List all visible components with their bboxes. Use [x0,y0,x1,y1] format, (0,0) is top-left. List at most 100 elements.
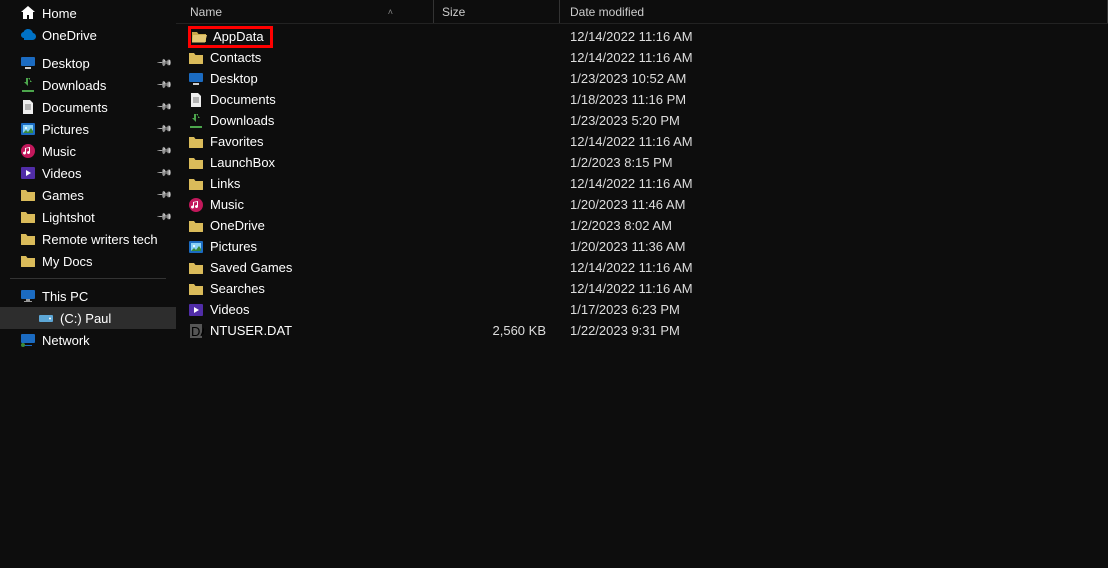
file-row[interactable]: Videos1/17/2023 6:23 PM [176,299,1108,320]
file-date-cell: 1/23/2023 5:20 PM [560,113,1108,128]
file-date-cell: 1/22/2023 9:31 PM [560,323,1108,338]
folder-icon [188,176,204,192]
onedrive-icon [20,27,36,43]
file-name-label: Desktop [210,71,258,86]
sidebar-item-downloads[interactable]: Downloads📌 [0,74,176,96]
folder-icon [20,231,36,247]
sidebar-item-documents[interactable]: Documents📌 [0,96,176,118]
sidebar-item-games[interactable]: Games 📌 [0,184,176,206]
file-name-cell: OneDrive [176,218,434,234]
file-name-label: OneDrive [210,218,265,233]
file-name-label: Saved Games [210,260,292,275]
file-row[interactable]: AppData12/14/2022 11:16 AM [176,26,1108,47]
file-row[interactable]: Contacts 12/14/2022 11:16 AM [176,47,1108,68]
file-name-cell: Saved Games [176,260,434,276]
sidebar-item-label: Documents [42,100,108,115]
sidebar-item-videos[interactable]: Videos📌 [0,162,176,184]
column-size-label: Size [442,5,465,19]
file-name-cell: Music [176,197,434,213]
sidebar-item--c-paul[interactable]: (C:) Paul [0,307,176,329]
file-name-label: Searches [210,281,265,296]
file-row[interactable]: Links 12/14/2022 11:16 AM [176,173,1108,194]
folder-icon [188,260,204,276]
file-date-cell: 1/23/2023 10:52 AM [560,71,1108,86]
sidebar-item-network[interactable]: Network [0,329,176,351]
file-name-label: Documents [210,92,276,107]
sidebar-item-label: Games [42,188,84,203]
file-row[interactable]: Music1/20/2023 11:46 AM [176,194,1108,215]
pin-icon: 📌 [155,121,172,138]
video-icon [20,165,36,181]
file-name-cell: Links [176,176,434,192]
sidebar-item-label: Pictures [42,122,89,137]
column-date-label: Date modified [570,5,644,19]
desktop-icon [188,71,204,87]
pic-icon [20,121,36,137]
sidebar-item-home[interactable]: Home [0,2,176,24]
sidebar-item-label: Videos [42,166,82,181]
sidebar-divider [10,278,166,279]
home-icon [20,5,36,21]
file-date-cell: 12/14/2022 11:16 AM [560,50,1108,65]
pic-icon [188,239,204,255]
monitor-icon [20,288,36,304]
sidebar-item-label: Music [42,144,76,159]
sidebar-item-onedrive[interactable]: OneDrive [0,24,176,46]
pin-icon: 📌 [155,187,172,204]
sidebar-item-label: This PC [42,289,88,304]
file-date-cell: 1/2/2023 8:15 PM [560,155,1108,170]
download-icon [188,113,204,129]
folder-icon [188,50,204,66]
file-row[interactable]: Favorites12/14/2022 11:16 AM [176,131,1108,152]
file-date-cell: 1/17/2023 6:23 PM [560,302,1108,317]
sidebar-item-pictures[interactable]: Pictures 📌 [0,118,176,140]
file-row[interactable]: LaunchBox 1/2/2023 8:15 PM [176,152,1108,173]
sidebar-item-music[interactable]: Music📌 [0,140,176,162]
sidebar-item-label: Network [42,333,90,348]
file-name-cell: Downloads [176,113,434,129]
pin-icon: 📌 [155,55,172,72]
file-name-label: Contacts [210,50,261,65]
column-header-size[interactable]: Size [434,0,560,23]
sidebar-item-this-pc[interactable]: This PC [0,285,176,307]
file-row[interactable]: Saved Games12/14/2022 11:16 AM [176,257,1108,278]
file-row[interactable]: Pictures 1/20/2023 11:36 AM [176,236,1108,257]
file-list[interactable]: AppData12/14/2022 11:16 AM Contacts 12/14/… [176,24,1108,568]
file-row[interactable]: NTUSER.DAT 2,560 KB1/22/2023 9:31 PM [176,320,1108,341]
folder-icon [20,253,36,269]
sidebar-item-lightshot[interactable]: Lightshot📌 [0,206,176,228]
file-name-label: Links [210,176,240,191]
file-date-cell: 12/14/2022 11:16 AM [560,176,1108,191]
sidebar-item-remote-writers-tech[interactable]: Remote writers tech [0,228,176,250]
file-name-label: Downloads [210,113,274,128]
column-header-name[interactable]: Name ˄ [176,0,434,23]
pin-icon: 📌 [155,77,172,94]
file-row[interactable]: Downloads 1/23/2023 5:20 PM [176,110,1108,131]
file-date-cell: 1/20/2023 11:36 AM [560,239,1108,254]
doc-icon [20,99,36,115]
file-row[interactable]: OneDrive1/2/2023 8:02 AM [176,215,1108,236]
file-name-label: NTUSER.DAT [210,323,292,338]
file-row[interactable]: Desktop 1/23/2023 10:52 AM [176,68,1108,89]
file-name-cell: Searches [176,281,434,297]
file-name-cell: Contacts [176,50,434,66]
file-name-label: LaunchBox [210,155,275,170]
file-row[interactable]: Documents 1/18/2023 11:16 PM [176,89,1108,110]
music-icon [20,143,36,159]
column-header-date[interactable]: Date modified [560,0,1108,23]
file-name-label: Pictures [210,239,257,254]
main-pane: Name ˄ Size Date modified AppData12/14/2… [176,0,1108,568]
file-date-cell: 1/18/2023 11:16 PM [560,92,1108,107]
file-row[interactable]: Searches 12/14/2022 11:16 AM [176,278,1108,299]
doc-icon [188,92,204,108]
sidebar-item-label: (C:) Paul [60,311,111,326]
file-size-cell: 2,560 KB [434,323,560,338]
column-headers: Name ˄ Size Date modified [176,0,1108,24]
file-date-cell: 12/14/2022 11:16 AM [560,134,1108,149]
file-date-cell: 12/14/2022 11:16 AM [560,281,1108,296]
dat-icon [188,323,204,339]
sort-indicator-icon: ˄ [388,7,393,17]
sidebar-item-desktop[interactable]: Desktop📌 [0,52,176,74]
file-name-cell: NTUSER.DAT [176,323,434,339]
sidebar-item-my-docs[interactable]: My Docs [0,250,176,272]
